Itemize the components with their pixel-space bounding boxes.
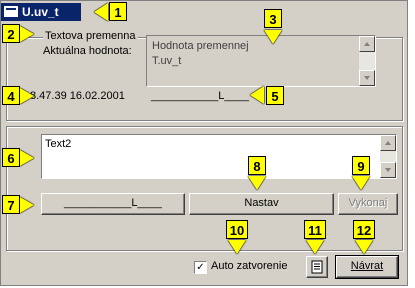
field-button-label: ___________L____ <box>64 197 162 209</box>
callout-9: 9 <box>352 156 370 175</box>
callout-4: 4 <box>2 86 20 105</box>
auto-close-label: Auto zatvorenie <box>211 260 288 272</box>
execute-button[interactable]: Vykonaj <box>338 193 398 215</box>
callout-10-pointer <box>228 240 246 254</box>
callout-12-pointer <box>355 240 373 254</box>
callout-12: 12 <box>353 220 375 239</box>
window-title: U.uv_t <box>22 5 59 19</box>
callout-6: 6 <box>2 148 20 167</box>
current-value-label: Aktuálna hodnota: <box>43 45 132 57</box>
window-icon <box>4 6 18 17</box>
document-icon <box>311 260 323 274</box>
input-scroll-down-arrow-icon[interactable] <box>380 162 396 178</box>
callout-3-pointer <box>264 30 282 44</box>
callout-6-pointer <box>20 150 34 166</box>
input-scroll-up-arrow-icon[interactable] <box>380 135 396 151</box>
callout-8-pointer <box>248 176 266 190</box>
return-button[interactable]: Návrat <box>335 255 399 279</box>
field-button[interactable]: ___________L____ <box>41 193 185 215</box>
callout-9-pointer <box>352 176 370 190</box>
scroll-down-arrow-icon[interactable] <box>359 70 375 86</box>
value-field-label: ___________L____ <box>151 90 249 102</box>
callout-2-pointer <box>20 26 34 42</box>
auto-close-checkbox[interactable]: ✓ <box>194 261 207 274</box>
callout-7: 7 <box>2 195 20 214</box>
callout-11-pointer <box>306 240 324 254</box>
set-button[interactable]: Nastav <box>189 193 334 215</box>
callout-1-pointer <box>94 3 108 21</box>
return-button-label: Návrat <box>350 260 384 272</box>
current-value-box: Hodnota premennej T.uv_t <box>146 35 376 87</box>
callout-10: 10 <box>226 220 248 239</box>
callout-4-pointer <box>20 88 34 104</box>
callout-3: 3 <box>264 9 282 28</box>
dialog-window: U.uv_t Textova premenna Aktuálna hodnota… <box>0 0 408 286</box>
text-input-value: Text2 <box>45 138 72 150</box>
title-bar[interactable]: U.uv_t <box>1 3 81 21</box>
scroll-up-arrow-icon[interactable] <box>359 36 375 52</box>
variable-type-label: Textova premenna <box>43 30 138 42</box>
callout-5-pointer <box>250 86 264 104</box>
callout-8: 8 <box>248 156 266 175</box>
callout-11: 11 <box>304 220 326 239</box>
text-input[interactable]: Text2 <box>41 134 397 179</box>
text-input-scrollbar[interactable] <box>380 135 396 178</box>
value-box-scrollbar[interactable] <box>359 36 375 86</box>
callout-5: 5 <box>266 86 284 105</box>
value-box-line1: Hodnota premennej <box>152 40 249 52</box>
timestamp-label: 8.47.39 16.02.2001 <box>30 90 125 102</box>
value-box-line2: T.uv_t <box>152 55 182 67</box>
callout-2: 2 <box>2 24 20 43</box>
execute-button-label: Vykonaj <box>348 197 388 209</box>
callout-7-pointer <box>20 197 34 213</box>
set-button-label: Nastav <box>244 197 279 209</box>
callout-1: 1 <box>109 2 127 21</box>
document-button[interactable] <box>306 256 328 278</box>
